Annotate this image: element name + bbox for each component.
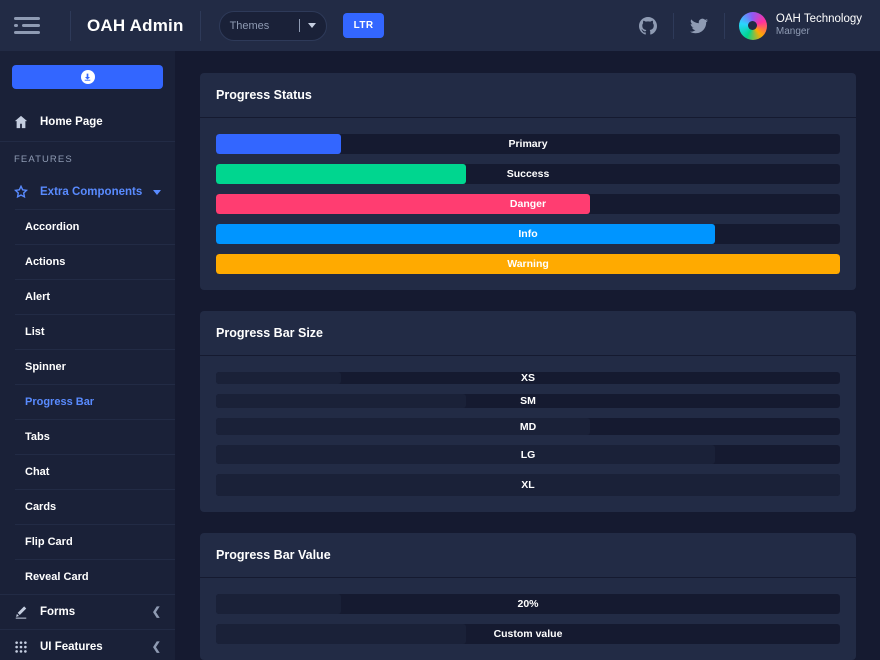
pencil-icon <box>14 605 31 619</box>
avatar <box>739 12 767 40</box>
card-progress-bar-size: Progress Bar Size XS SM MD <box>200 311 856 512</box>
progress-bar-label: Warning <box>216 258 840 270</box>
progress-bar-fill: LG <box>216 445 715 464</box>
grid-dots-icon <box>14 640 31 654</box>
sidebar-subitems: Accordion Actions Alert List Spinner Pro… <box>0 209 175 594</box>
progress-bar-xs[interactable]: XS <box>216 372 840 384</box>
progress-bar-md[interactable]: MD <box>216 418 840 435</box>
github-icon[interactable] <box>637 15 659 37</box>
user-menu[interactable]: OAH Technology Manger <box>739 12 862 40</box>
download-button[interactable] <box>12 65 163 89</box>
body-wrapper: Home Page FEATURES Extra Components Acco… <box>0 51 880 660</box>
progress-bar-label: Primary <box>216 138 840 150</box>
sidebar: Home Page FEATURES Extra Components Acco… <box>0 51 176 660</box>
app-header: OAH Admin Themes LTR OAH Technology Mang… <box>0 0 880 51</box>
hamburger-icon[interactable] <box>14 16 40 36</box>
progress-bar-label: 20% <box>216 598 840 610</box>
progress-bar-label: Custom value <box>216 628 840 640</box>
star-icon <box>14 185 31 199</box>
progress-bar-fill: MD <box>216 418 590 435</box>
card-title: Progress Status <box>200 73 856 118</box>
header-divider <box>70 11 71 41</box>
progress-bar-fill: 20% <box>216 594 341 614</box>
chevron-left-icon: ❮ <box>152 607 161 618</box>
progress-bar-fill: Primary <box>216 134 341 154</box>
sidebar-item-list[interactable]: List <box>0 315 175 349</box>
progress-bar-fill: XS <box>216 372 341 384</box>
progress-bar-fill: SM <box>216 394 466 408</box>
progress-bar-fill: Info <box>216 224 715 244</box>
card-body: 20% Custom value <box>200 578 856 660</box>
page-title: OAH Admin <box>87 16 184 36</box>
progress-bar-label: Success <box>216 168 840 180</box>
download-icon <box>81 70 95 84</box>
progress-bar-label: Info <box>216 228 840 240</box>
twitter-icon[interactable] <box>688 15 710 37</box>
sidebar-section-label: FEATURES <box>0 142 175 175</box>
progress-bar-warning[interactable]: Warning <box>216 254 840 274</box>
progress-bar-fill: Custom value <box>216 624 466 644</box>
progress-bar-label: MD <box>216 421 840 433</box>
progress-bar-danger[interactable]: Danger <box>216 194 840 214</box>
sidebar-item-chat[interactable]: Chat <box>0 455 175 489</box>
sidebar-item-label: Extra Components <box>40 186 142 198</box>
sidebar-item-actions[interactable]: Actions <box>0 245 175 279</box>
card-progress-bar-value: Progress Bar Value 20% Custom value <box>200 533 856 660</box>
card-title: Progress Bar Size <box>200 311 856 356</box>
user-role: Manger <box>776 26 862 39</box>
card-title: Progress Bar Value <box>200 533 856 578</box>
sidebar-item-label: Forms <box>40 606 75 618</box>
sidebar-item-flip-card[interactable]: Flip Card <box>0 525 175 559</box>
progress-bar-fill: Success <box>216 164 466 184</box>
sidebar-item-progress-bar[interactable]: Progress Bar <box>0 385 175 419</box>
card-progress-status: Progress Status Primary Success Danger <box>200 73 856 290</box>
chevron-down-icon <box>153 190 161 195</box>
progress-bar-fill: XL <box>216 474 840 496</box>
sidebar-item-extra-components[interactable]: Extra Components <box>0 175 175 209</box>
progress-bar-fill: Warning <box>216 254 840 274</box>
progress-bar-primary[interactable]: Primary <box>216 134 840 154</box>
header-divider-3 <box>673 13 674 39</box>
themes-select[interactable]: Themes <box>219 11 327 41</box>
progress-bar-label: Danger <box>216 198 840 210</box>
progress-bar-info[interactable]: Info <box>216 224 840 244</box>
main-content: Progress Status Primary Success Danger <box>176 51 880 660</box>
sidebar-item-cards[interactable]: Cards <box>0 490 175 524</box>
sidebar-item-ui-features[interactable]: UI Features ❮ <box>0 630 175 660</box>
sidebar-item-tabs[interactable]: Tabs <box>0 420 175 454</box>
sidebar-item-accordion[interactable]: Accordion <box>0 210 175 244</box>
chevron-left-icon: ❮ <box>152 642 161 653</box>
sidebar-item-home-page[interactable]: Home Page <box>0 103 175 141</box>
home-icon <box>14 115 31 129</box>
progress-bar-label: XL <box>216 479 840 491</box>
sidebar-item-forms[interactable]: Forms ❮ <box>0 595 175 629</box>
card-body: XS SM MD LG <box>200 356 856 512</box>
sidebar-item-spinner[interactable]: Spinner <box>0 350 175 384</box>
progress-bar-label: XS <box>216 372 840 384</box>
direction-toggle-button[interactable]: LTR <box>343 13 385 38</box>
header-right: OAH Technology Manger <box>637 12 862 40</box>
progress-bar-label: LG <box>216 449 840 461</box>
sidebar-item-label: Home Page <box>40 116 103 128</box>
progress-bar-success[interactable]: Success <box>216 164 840 184</box>
progress-bar-percent-value[interactable]: 20% <box>216 594 840 614</box>
sidebar-item-alert[interactable]: Alert <box>0 280 175 314</box>
header-divider-2 <box>200 11 201 41</box>
progress-bar-label: SM <box>216 395 840 407</box>
card-body: Primary Success Danger Info <box>200 118 856 290</box>
progress-bar-xl[interactable]: XL <box>216 474 840 496</box>
chevron-down-icon <box>308 23 316 28</box>
select-separator <box>299 19 300 32</box>
progress-bar-fill: Danger <box>216 194 590 214</box>
sidebar-item-reveal-card[interactable]: Reveal Card <box>0 560 175 594</box>
user-name: OAH Technology <box>776 12 862 26</box>
themes-select-value: Themes <box>230 20 299 32</box>
progress-bar-sm[interactable]: SM <box>216 394 840 408</box>
progress-bar-custom-value[interactable]: Custom value <box>216 624 840 644</box>
progress-bar-lg[interactable]: LG <box>216 445 840 464</box>
header-divider-4 <box>724 13 725 39</box>
sidebar-item-label: UI Features <box>40 641 103 653</box>
user-info: OAH Technology Manger <box>776 12 862 39</box>
